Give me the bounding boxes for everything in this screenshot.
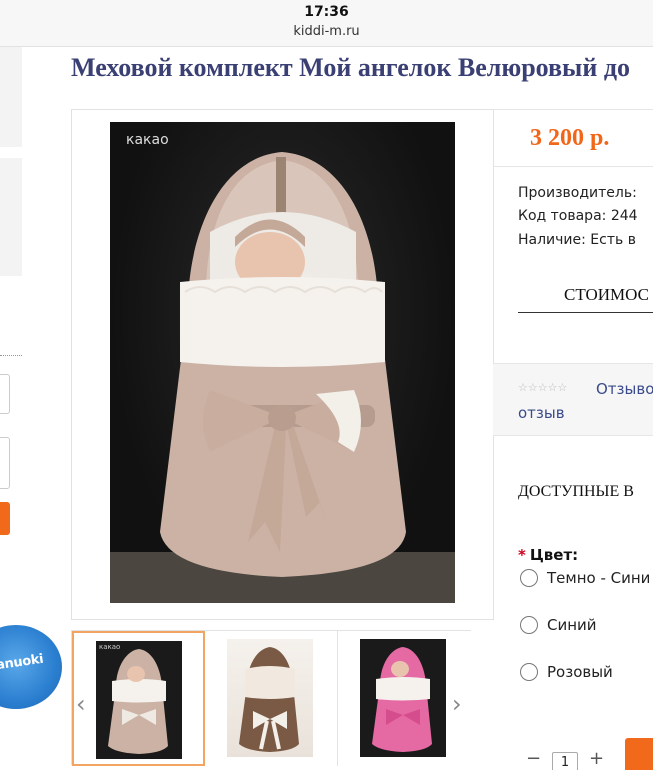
browser-bar: 17:36 kiddi-m.ru xyxy=(0,0,653,47)
thumbnail-2[interactable] xyxy=(205,631,338,766)
gallery-prev-arrow[interactable]: ‹ xyxy=(76,690,86,718)
quantity-decrease-button[interactable]: − xyxy=(526,748,541,769)
radio-icon[interactable] xyxy=(520,663,538,681)
add-to-cart-button[interactable] xyxy=(625,738,653,770)
delivery-cost-underline xyxy=(518,312,653,313)
clock: 17:36 xyxy=(304,4,349,20)
availability: Наличие: Есть в xyxy=(518,232,636,248)
thumbnail-1-image: какао xyxy=(96,641,182,759)
manufacturer-label: Производитель: xyxy=(518,185,637,201)
radio-icon[interactable] xyxy=(520,616,538,634)
color-label-text: Цвет: xyxy=(529,546,579,564)
rating-stars-icon: ☆☆☆☆☆ xyxy=(518,381,568,394)
color-option-blue[interactable]: Синий xyxy=(520,616,597,634)
sidebar-block-2 xyxy=(0,158,22,276)
write-review-link[interactable]: отзыв xyxy=(518,404,565,422)
color-option-label: Розовый xyxy=(547,663,613,681)
thumbnail-1[interactable]: какао xyxy=(72,631,205,766)
gallery-next-arrow[interactable]: › xyxy=(452,690,462,718)
product-price: 3 200 р. xyxy=(530,125,610,151)
reviews-link[interactable]: Отзыво xyxy=(596,380,653,398)
sidebar-input-1[interactable] xyxy=(0,374,10,414)
thumbnail-1-illustration xyxy=(108,649,168,754)
thumbnail-3-image xyxy=(360,639,446,757)
required-mark: * xyxy=(518,546,526,564)
thumbnail-3-illustration xyxy=(372,647,432,752)
quantity-increase-button[interactable]: + xyxy=(589,748,604,769)
page-title: Меховой комплект Мой ангелок Велюровый д… xyxy=(71,53,630,82)
color-option-pink[interactable]: Розовый xyxy=(520,663,613,681)
thumbnail-strip: какао xyxy=(71,630,471,766)
thumbnail-caption: какао xyxy=(99,643,121,651)
brand-logo[interactable]: anuoki xyxy=(0,625,62,709)
options-heading: ДОСТУПНЫЕ В xyxy=(518,483,634,500)
color-label: * Цвет: xyxy=(518,546,578,564)
color-option-label: Темно - Сини xyxy=(547,569,651,587)
quantity-input[interactable]: 1 xyxy=(552,752,578,770)
sidebar-divider xyxy=(0,355,22,356)
product-code: Код товара: 244 xyxy=(518,208,638,224)
reviews-box xyxy=(493,363,653,436)
delivery-cost-tab[interactable]: СТОИМОС xyxy=(564,285,649,305)
color-option-dark-blue[interactable]: Темно - Сини xyxy=(520,569,650,587)
main-product-image[interactable]: какао xyxy=(110,122,455,603)
sidebar-input-2[interactable] xyxy=(0,437,10,489)
brand-logo-text: anuoki xyxy=(0,651,45,674)
product-illustration xyxy=(110,152,455,603)
thumbnail-2-illustration xyxy=(239,647,299,752)
thumbnail-2-image xyxy=(227,639,313,757)
sidebar-block-1 xyxy=(0,47,22,147)
sidebar-submit-button[interactable] xyxy=(0,502,10,535)
radio-icon[interactable] xyxy=(520,569,538,587)
address-bar[interactable]: kiddi-m.ru xyxy=(0,24,653,39)
color-option-label: Синий xyxy=(547,616,597,634)
